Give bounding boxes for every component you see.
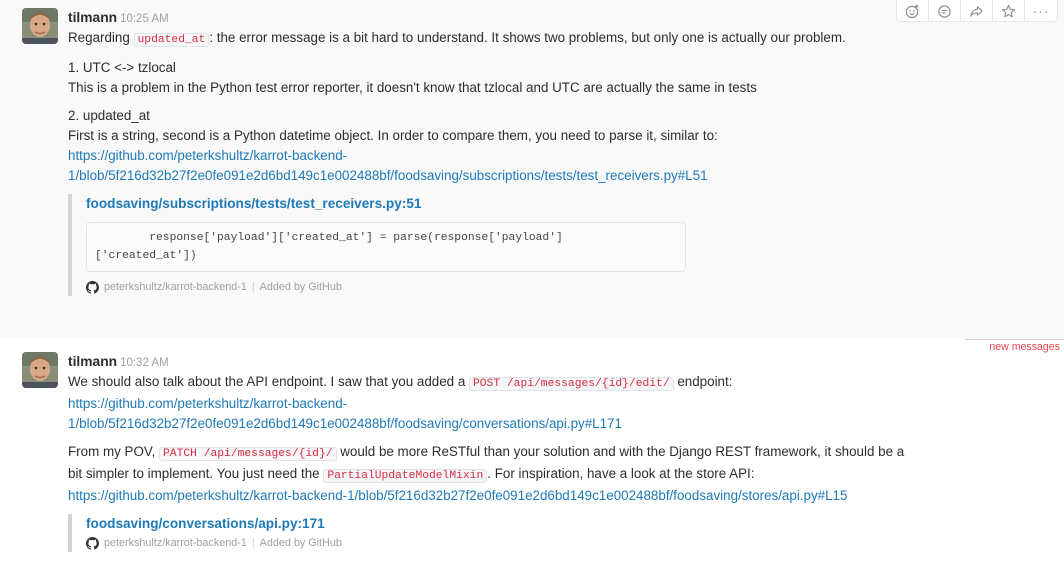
message-text: bit simpler to implement. You just need … bbox=[68, 466, 755, 483]
github-icon bbox=[86, 536, 99, 550]
message-text: 2. updated_at bbox=[68, 108, 150, 123]
inline-code: updated_at bbox=[133, 33, 210, 47]
message-text: Regarding updated_at: the error message … bbox=[68, 30, 846, 47]
avatar[interactable] bbox=[22, 352, 58, 388]
github-link[interactable]: https://github.com/peterkshultz/karrot-b… bbox=[68, 148, 708, 183]
avatar[interactable] bbox=[22, 8, 58, 44]
message-text: From my POV, PATCH /api/messages/{id}/ w… bbox=[68, 444, 905, 461]
attachment-title[interactable]: foodsaving/subscriptions/tests/test_rece… bbox=[86, 194, 1054, 214]
attachment-footer: peterkshultz/karrot-backend-1 | Added by… bbox=[86, 534, 1054, 552]
attachment: foodsaving/conversations/api.py:171 pete… bbox=[68, 514, 1054, 552]
timestamp[interactable]: 10:32 AM bbox=[120, 357, 169, 369]
message-text: First is a string, second is a Python da… bbox=[68, 128, 718, 143]
attachment: foodsaving/subscriptions/tests/test_rece… bbox=[68, 194, 1054, 296]
message-text: 1. UTC <-> tzlocal bbox=[68, 60, 176, 75]
added-by: Added by GitHub bbox=[259, 281, 342, 293]
star-button[interactable] bbox=[993, 0, 1025, 22]
share-icon bbox=[970, 5, 983, 17]
inline-code: PartialUpdateModelMixin bbox=[323, 469, 488, 483]
added-by: Added by GitHub bbox=[259, 537, 342, 549]
message: tilmann 10:25 AM Regarding updated_at: th… bbox=[0, 0, 1064, 338]
share-button[interactable] bbox=[961, 0, 993, 22]
message: tilmann 10:32 AM We should also talk abou… bbox=[0, 346, 1064, 581]
author-name[interactable]: tilmann bbox=[68, 354, 117, 369]
repo-name[interactable]: peterkshultz/karrot-backend-1 bbox=[104, 277, 247, 297]
inline-code: POST /api/messages/{id}/edit/ bbox=[469, 377, 674, 391]
add-reaction-icon bbox=[905, 3, 919, 18]
author-name[interactable]: tilmann bbox=[68, 10, 117, 25]
repo-name[interactable]: peterkshultz/karrot-backend-1 bbox=[104, 533, 247, 553]
message-text: This is a problem in the Python test err… bbox=[68, 80, 757, 95]
more-icon: ··· bbox=[1032, 3, 1050, 19]
message-text: We should also talk about the API endpoi… bbox=[68, 374, 733, 391]
code-snippet: response['payload']['created_at'] = pars… bbox=[86, 222, 686, 272]
comment-icon bbox=[938, 4, 951, 18]
github-link[interactable]: https://github.com/peterkshultz/karrot-b… bbox=[68, 488, 847, 503]
attachment-title[interactable]: foodsaving/conversations/api.py:171 bbox=[86, 514, 1054, 534]
github-link[interactable]: https://github.com/peterkshultz/karrot-b… bbox=[68, 396, 622, 431]
attachment-footer: peterkshultz/karrot-backend-1 | Added by… bbox=[86, 278, 1054, 296]
inline-code: PATCH /api/messages/{id}/ bbox=[159, 447, 337, 461]
comment-button[interactable] bbox=[929, 0, 961, 22]
github-icon bbox=[86, 280, 99, 294]
add-reaction-button[interactable] bbox=[897, 0, 929, 22]
timestamp[interactable]: 10:25 AM bbox=[120, 13, 169, 25]
message-actions: ··· bbox=[896, 0, 1058, 22]
more-actions-button[interactable]: ··· bbox=[1025, 0, 1057, 22]
star-icon bbox=[1001, 4, 1016, 17]
